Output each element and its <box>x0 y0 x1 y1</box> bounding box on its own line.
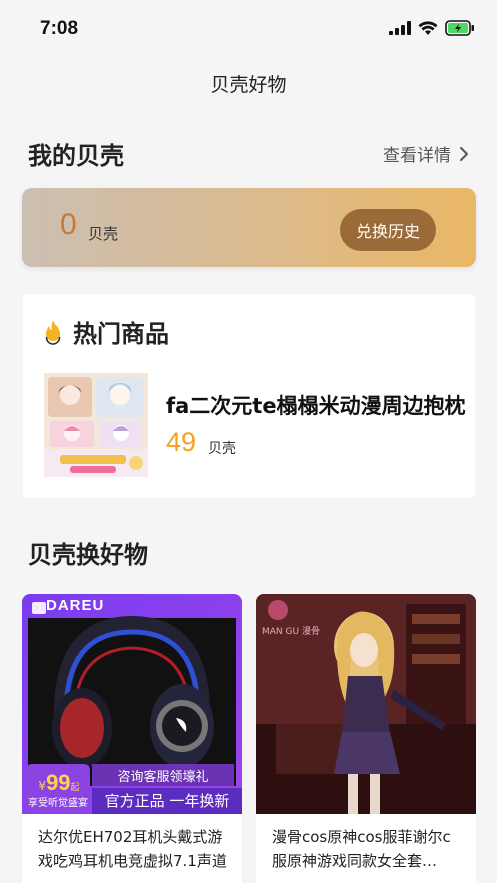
status-time: 7:08 <box>40 18 79 39</box>
view-details-link[interactable]: 查看详情 <box>383 141 469 166</box>
signal-icon <box>389 21 411 35</box>
flame-icon <box>45 319 61 345</box>
promo-top-text: 咨询客服领壕礼 <box>117 770 209 785</box>
my-shells-header: 我的贝壳 查看详情 <box>28 136 469 171</box>
price-badge: ¥99起 <box>28 770 90 796</box>
view-details-label: 查看详情 <box>383 146 451 166</box>
hot-products-title: 热门商品 <box>73 320 169 348</box>
page-title: 贝壳好物 <box>210 74 287 96</box>
anime-cushion-image <box>44 373 148 477</box>
hot-product-thumbnail[interactable] <box>44 373 148 477</box>
product-card[interactable]: MAN GU 漫骨 漫骨cos原神cos服菲谢尔c服原神游戏同款女全套cospl… <box>256 594 476 883</box>
hot-product-price-unit: 贝壳 <box>208 441 236 457</box>
product-brand-logo: DAREU <box>46 597 105 614</box>
promo-bottom-text: 官方正品 一年换新 <box>104 792 230 810</box>
price-badge-suffix: 起 <box>70 783 80 793</box>
chevron-right-icon <box>460 146 468 161</box>
price-badge-subtitle: 享受听觉盛宴 <box>28 798 88 809</box>
shell-balance-card: 0 贝壳 兑换历史 <box>22 188 476 267</box>
exchange-history-button[interactable]: 兑换历史 <box>340 209 436 251</box>
price-badge-value: 99 <box>46 770 71 795</box>
battery-icon <box>445 20 474 36</box>
shell-balance-unit: 贝壳 <box>88 225 119 243</box>
product-name: 漫骨cos原神cos服菲谢尔c服原神游戏同款女全套cosplay服装 <box>272 828 451 870</box>
my-shells-title: 我的贝壳 <box>28 142 124 170</box>
wifi-icon <box>418 20 438 35</box>
shell-balance-amount: 0 <box>60 208 77 241</box>
exchange-section-title: 贝壳换好物 <box>28 541 148 569</box>
hot-products-card: 热门商品 fa二次元te榻榻米动漫周边抱枕 49 贝壳 <box>23 294 475 498</box>
hot-product-name[interactable]: fa二次元te榻榻米动漫周边抱枕 <box>166 390 466 420</box>
status-bar: 7:08 <box>0 0 497 60</box>
status-icons <box>389 20 475 36</box>
product-card[interactable]: DAREU ¥99起 享受听觉盛宴 咨询客服领壕礼 官方正品 一年换新 达尔优E… <box>22 594 242 883</box>
product-brand-logo: MAN GU 漫骨 <box>262 627 320 637</box>
hot-products-header: 热门商品 <box>41 314 169 349</box>
product-name: 达尔优EH702耳机头戴式游戏吃鸡耳机电竞虚拟7.1声道 <box>38 828 227 870</box>
price-badge-prefix: ¥ <box>38 779 47 793</box>
hot-product-price: 49 <box>166 427 197 457</box>
